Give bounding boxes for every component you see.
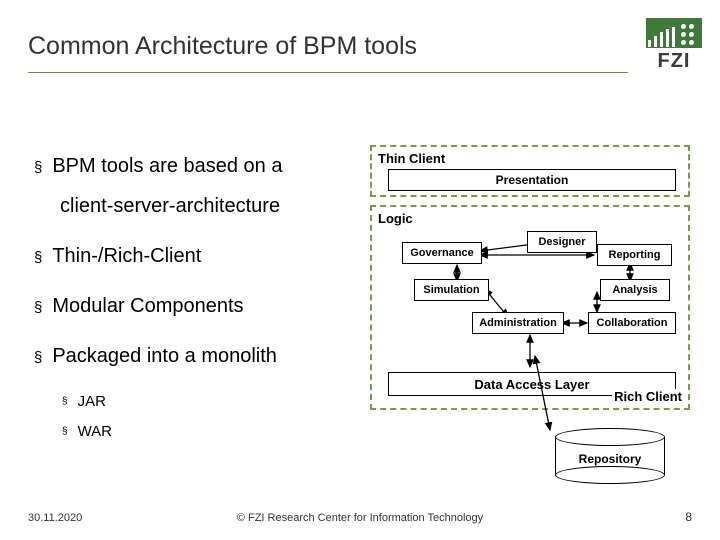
bullet-4-text: Packaged into a monolith <box>52 340 277 372</box>
sub-bullet-1: § JAR <box>62 390 354 414</box>
presentation-box: Presentation <box>388 169 676 191</box>
bullet-marker: § <box>34 156 42 182</box>
bullet-3-text: Modular Components <box>52 290 243 322</box>
page-title: Common Architecture of BPM tools <box>28 32 417 61</box>
reporting-box: Reporting <box>597 244 672 266</box>
thin-client-box: Thin Client Presentation <box>370 145 690 197</box>
rich-client-label: Rich Client <box>612 389 684 404</box>
repo-link-icon <box>520 350 560 440</box>
bullet-marker: § <box>34 296 42 322</box>
slide: Common Architecture of BPM tools FZI § B… <box>0 0 720 540</box>
bullet-marker: § <box>34 346 42 372</box>
analysis-box: Analysis <box>600 279 670 301</box>
title-rule <box>28 72 628 73</box>
sub-bullet-2: § WAR <box>62 420 354 444</box>
bullets-list: § BPM tools are based on a client-server… <box>34 150 354 444</box>
bullet-1: § BPM tools are based on a <box>34 150 354 182</box>
bullet-2-text: Thin-/Rich-Client <box>52 240 201 272</box>
bullet-2: § Thin-/Rich-Client <box>34 240 354 272</box>
logo-text: FZI <box>646 50 702 73</box>
sub-bullet-2-text: WAR <box>78 420 112 444</box>
bullet-4: § Packaged into a monolith <box>34 340 354 372</box>
bullet-1-text: BPM tools are based on a <box>52 150 282 182</box>
repository-cylinder: Repository <box>550 428 670 484</box>
governance-box: Governance <box>402 242 482 264</box>
logo: FZI <box>646 18 702 73</box>
bullet-marker: § <box>62 394 68 414</box>
repository-label: Repository <box>555 452 665 466</box>
sub-bullets: § JAR § WAR <box>34 390 354 444</box>
sub-bullet-1-text: JAR <box>78 390 106 414</box>
footer-copyright: © FZI Research Center for Information Te… <box>0 512 720 524</box>
logo-icon <box>646 18 702 48</box>
bullet-marker: § <box>62 424 68 444</box>
bullet-1-cont: client-server-architecture <box>34 190 354 222</box>
simulation-box: Simulation <box>414 279 489 301</box>
logic-label: Logic <box>378 211 413 226</box>
cylinder-icon: Repository <box>555 428 665 484</box>
designer-box: Designer <box>527 231 597 253</box>
bullet-3: § Modular Components <box>34 290 354 322</box>
thin-client-label: Thin Client <box>378 151 445 166</box>
footer-page-number: 8 <box>685 510 692 524</box>
bullet-marker: § <box>34 246 42 272</box>
administration-box: Administration <box>472 312 564 334</box>
collaboration-box: Collaboration <box>588 312 676 334</box>
